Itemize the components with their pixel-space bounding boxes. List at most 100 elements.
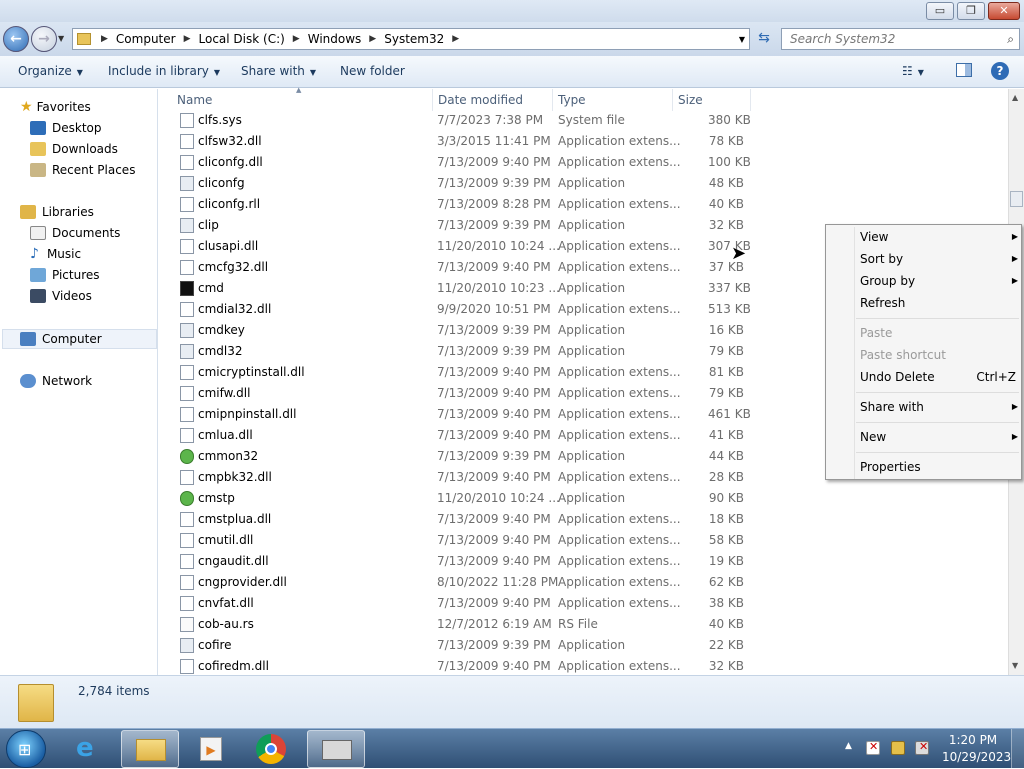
file-row[interactable]: cmstp 11/20/2010 10:24 ... Application 90 K… xyxy=(160,488,1008,509)
file-icon xyxy=(180,659,194,674)
recent-pages-dropdown[interactable]: ▼ xyxy=(58,34,64,43)
nav-pictures[interactable]: Pictures xyxy=(30,265,100,285)
nav-favorites[interactable]: ★ Favorites xyxy=(20,97,91,117)
action-center-flag-icon[interactable]: ✕ xyxy=(866,740,880,755)
menu-item-view[interactable]: View ▶ xyxy=(860,226,1018,248)
file-row[interactable]: cngaudit.dll 7/13/2009 9:40 PM Application… xyxy=(160,551,1008,572)
breadcrumb-computer[interactable]: Computer xyxy=(112,32,180,46)
start-button[interactable]: ⊞ xyxy=(6,730,46,768)
file-row[interactable]: cofiredm.dll 7/13/2009 9:40 PM Application… xyxy=(160,656,1008,676)
minimize-button[interactable]: ▭ xyxy=(926,2,954,20)
menu-item-group-by[interactable]: Group by ▶ xyxy=(860,270,1018,292)
preview-pane-button[interactable] xyxy=(956,63,972,77)
breadcrumb-separator-icon: ▶ xyxy=(183,34,191,44)
include-in-library-button[interactable]: Include in library ▼ xyxy=(108,64,220,78)
file-row[interactable]: clfsw32.dll 3/3/2015 11:41 PM Application … xyxy=(160,131,1008,152)
file-row[interactable]: cngprovider.dll 8/10/2022 11:28 PM Applica… xyxy=(160,572,1008,593)
nav-recent-places[interactable]: Recent Places xyxy=(30,160,135,180)
refresh-icon[interactable]: ⇆ xyxy=(752,30,776,50)
file-row[interactable]: cliconfg 7/13/2009 9:39 PM Application 48 K… xyxy=(160,173,1008,194)
menu-item-properties[interactable]: Properties xyxy=(860,456,1010,478)
file-row[interactable]: clfs.sys 7/7/2023 7:38 PM System file 380 K… xyxy=(160,110,1008,131)
menu-item-undo-delete[interactable]: Undo Delete Ctrl+Z xyxy=(860,366,1016,388)
file-name: cmdial32.dll xyxy=(198,302,272,316)
file-row[interactable]: cmutil.dll 7/13/2009 9:40 PM Application e… xyxy=(160,530,1008,551)
desktop-icon xyxy=(30,121,46,135)
nav-desktop[interactable]: Desktop xyxy=(30,118,102,138)
breadcrumb-local-disk[interactable]: Local Disk (C:) xyxy=(195,32,289,46)
taskbar-windows-explorer[interactable] xyxy=(121,730,179,768)
nav-videos[interactable]: Videos xyxy=(30,286,92,306)
scroll-up-icon[interactable]: ▲ xyxy=(1012,93,1018,102)
column-divider[interactable] xyxy=(432,89,433,111)
file-size: 41 KB xyxy=(708,428,744,442)
file-icon xyxy=(180,260,194,275)
nav-libraries[interactable]: Libraries xyxy=(20,202,94,222)
help-button[interactable]: ? xyxy=(991,62,1009,80)
taskbar-chrome[interactable] xyxy=(242,730,300,768)
file-type: Application extens... xyxy=(558,239,681,253)
show-desktop-button[interactable] xyxy=(1011,729,1024,769)
file-size: 58 KB xyxy=(708,533,744,547)
file-icon xyxy=(180,113,194,128)
column-divider[interactable] xyxy=(552,89,553,111)
scroll-down-icon[interactable]: ▼ xyxy=(1012,661,1018,670)
address-bar[interactable]: ▶ Computer ▶ Local Disk (C:) ▶ Windows ▶… xyxy=(72,28,750,50)
menu-item-refresh[interactable]: Refresh xyxy=(860,292,1010,314)
column-header-size[interactable]: Size xyxy=(678,89,703,111)
maximize-button[interactable]: ❐ xyxy=(957,2,985,20)
file-size: 28 KB xyxy=(708,470,744,484)
file-row[interactable]: cliconfg.dll 7/13/2009 9:40 PM Application… xyxy=(160,152,1008,173)
close-button[interactable]: ✕ xyxy=(988,2,1020,20)
file-row[interactable]: cnvfat.dll 7/13/2009 9:40 PM Application e… xyxy=(160,593,1008,614)
file-name: cmutil.dll xyxy=(198,533,254,547)
column-divider[interactable] xyxy=(750,89,751,111)
address-dropdown-icon[interactable]: ▼ xyxy=(739,35,745,44)
taskbar-printer-app[interactable] xyxy=(307,730,365,768)
chevron-down-icon: ▼ xyxy=(917,68,924,77)
taskbar-media-player[interactable]: ▶ xyxy=(182,730,240,768)
nav-network-label: Network xyxy=(42,374,93,388)
file-name: cngaudit.dll xyxy=(198,554,269,568)
file-size: 100 KB xyxy=(708,155,751,169)
nav-network[interactable]: Network xyxy=(20,371,92,391)
file-date-modified: 7/13/2009 9:39 PM xyxy=(437,323,551,337)
breadcrumb-system32[interactable]: System32 xyxy=(380,32,448,46)
file-name: clip xyxy=(198,218,219,232)
file-row[interactable]: cob-au.rs 12/7/2012 6:19 AM RS File 40 KB xyxy=(160,614,1008,635)
column-divider[interactable] xyxy=(672,89,673,111)
volume-tray-icon[interactable]: ✕ xyxy=(915,740,929,755)
nav-downloads[interactable]: Downloads xyxy=(30,139,118,159)
file-name: cmifw.dll xyxy=(198,386,251,400)
search-input[interactable]: Search System32 ⌕ xyxy=(781,28,1020,50)
file-name: cmlua.dll xyxy=(198,428,253,442)
menu-item-share-with[interactable]: Share with ▶ xyxy=(860,396,1018,418)
nav-music[interactable]: ♪ Music xyxy=(30,244,81,264)
file-type: Application extens... xyxy=(558,155,681,169)
application-icon xyxy=(180,638,194,653)
scrollbar-thumb[interactable] xyxy=(1010,191,1023,207)
show-hidden-icons-icon[interactable]: ▲ xyxy=(845,741,852,751)
change-view-button[interactable]: ☷ ▼ xyxy=(902,64,924,78)
menu-item-new[interactable]: New ▶ xyxy=(860,426,1018,448)
file-row[interactable]: cliconfg.rll 7/13/2009 8:28 PM Application… xyxy=(160,194,1008,215)
system-clock[interactable]: 1:20 PM 10/29/2023 xyxy=(942,733,1011,764)
column-header-name[interactable]: Name xyxy=(177,89,212,111)
column-header-type[interactable]: Type xyxy=(558,89,586,111)
nav-documents[interactable]: Documents xyxy=(30,223,120,243)
column-header-date[interactable]: Date modified xyxy=(438,89,523,111)
file-row[interactable]: cofire 7/13/2009 9:39 PM Application 22 KB xyxy=(160,635,1008,656)
share-with-button[interactable]: Share with ▼ xyxy=(241,64,316,78)
menu-item-sort-by[interactable]: Sort by ▶ xyxy=(860,248,1018,270)
file-name: cmdl32 xyxy=(198,344,243,358)
network-tray-icon[interactable] xyxy=(891,741,905,755)
file-row[interactable]: cmstplua.dll 7/13/2009 9:40 PM Application… xyxy=(160,509,1008,530)
back-button[interactable]: ← xyxy=(3,26,29,52)
forward-button[interactable]: → xyxy=(31,26,57,52)
nav-computer[interactable]: Computer xyxy=(20,329,102,349)
new-folder-button[interactable]: New folder xyxy=(340,64,405,78)
file-size: 18 KB xyxy=(708,512,744,526)
breadcrumb-windows[interactable]: Windows xyxy=(304,32,366,46)
taskbar-internet-explorer[interactable]: e xyxy=(62,730,120,768)
organize-button[interactable]: Organize ▼ xyxy=(18,64,83,78)
